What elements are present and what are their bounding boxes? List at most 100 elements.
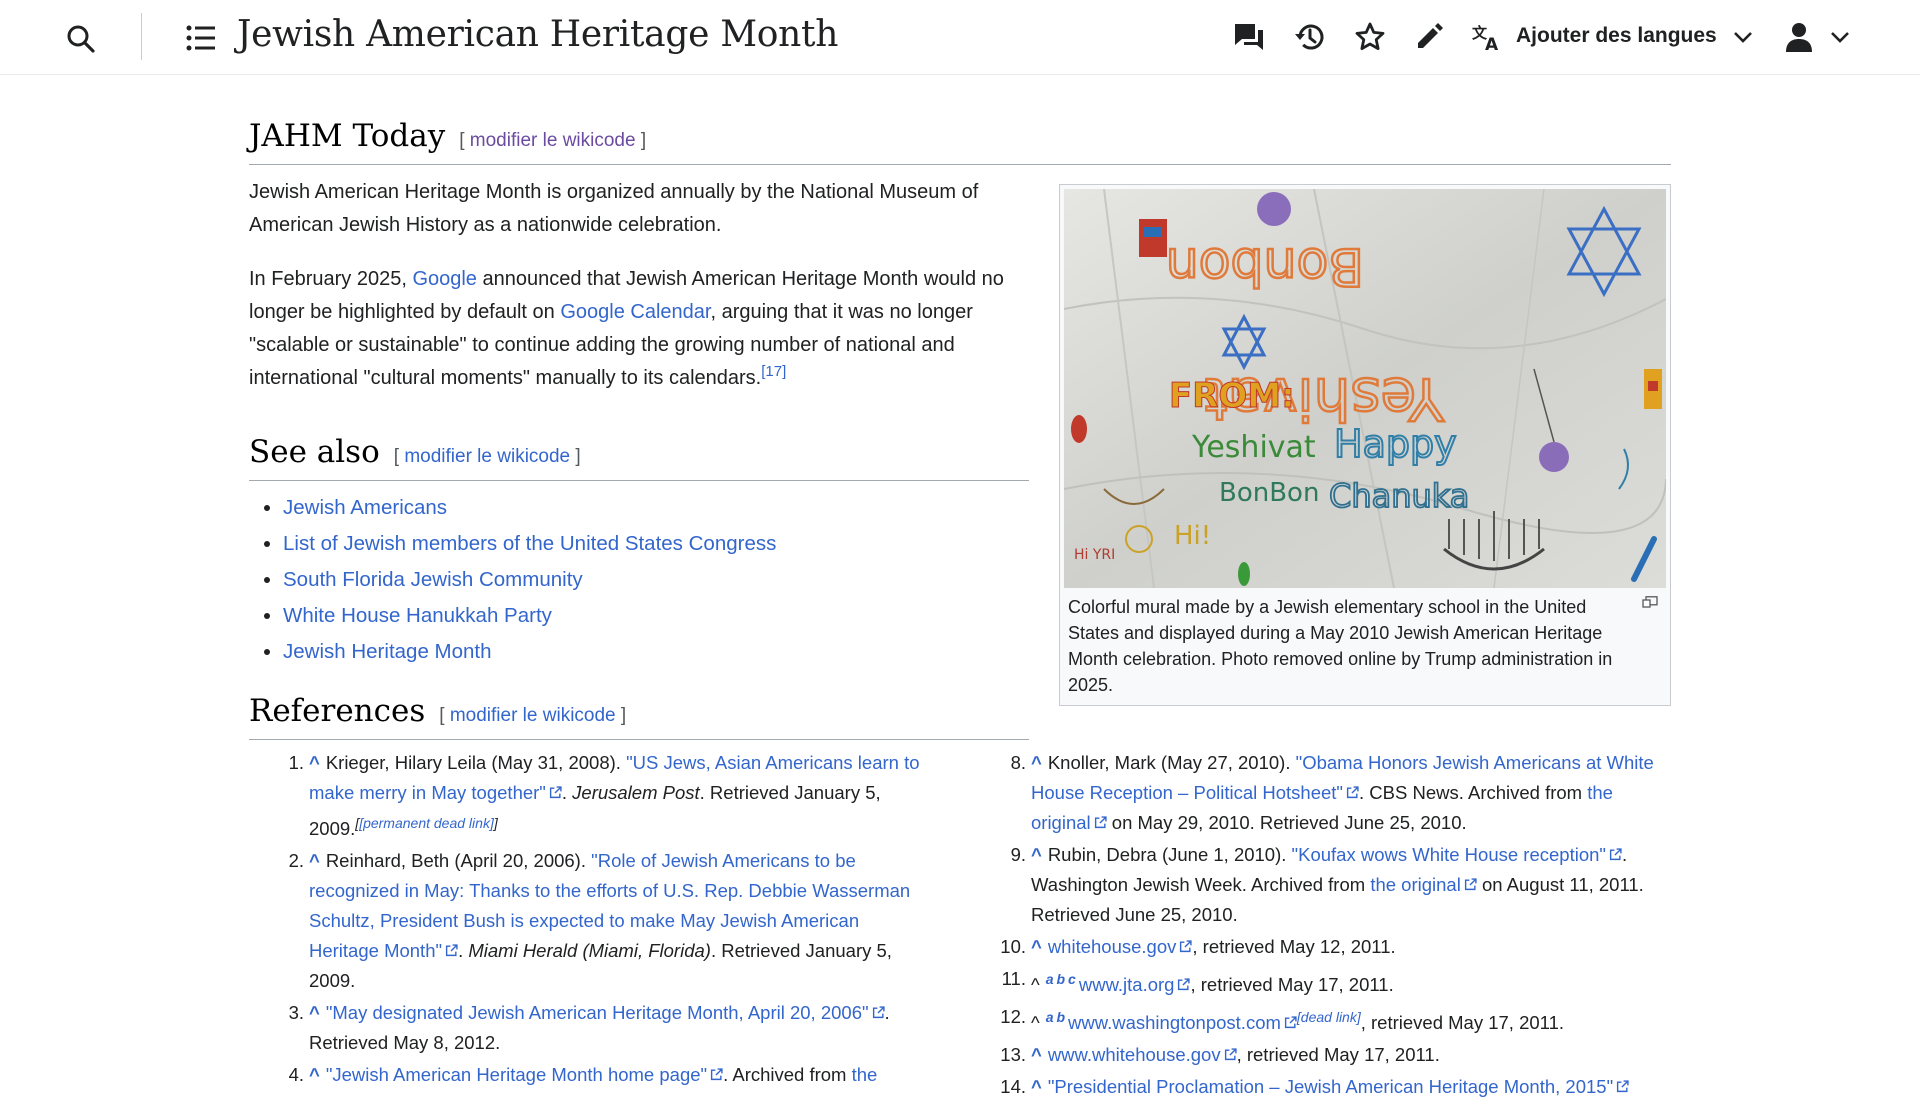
ref-link[interactable]: whitehouse.gov	[1048, 936, 1177, 957]
external-link-icon	[445, 944, 458, 957]
section-divider	[249, 480, 1029, 481]
edit-section-see-also[interactable]: [ modifier le wikicode ]	[394, 446, 581, 467]
ref-backlink[interactable]: b	[1056, 1009, 1065, 1025]
link-google[interactable]: Google	[412, 268, 477, 290]
ref-backlink[interactable]: ^	[309, 1064, 320, 1085]
ref-backlink[interactable]: a	[1046, 971, 1054, 987]
ref-number: 3.	[288, 1002, 304, 1023]
mural-text: FROM:	[1169, 376, 1295, 416]
list-item: 12. ^ a b www.washingtonpost.com [dead link],…	[971, 1002, 1671, 1038]
ref-number: 1.	[288, 752, 304, 773]
list-item: 4. ^ "Jewish American Heritage Month home …	[249, 1060, 929, 1090]
ref-backlink[interactable]: ^	[1031, 1044, 1042, 1065]
figure-thumbnail: Bonbon Yeshivat FROM: Yeshivat Happy Bon…	[1059, 184, 1671, 706]
external-link-icon	[1609, 848, 1622, 861]
ref-backlink[interactable]: ^	[1031, 936, 1042, 957]
see-also-link[interactable]: List of Jewish members of the United Sta…	[283, 532, 776, 555]
section-heading-jahm-today: JAHM Today[ modifier le wikicode ]	[249, 118, 647, 154]
external-link-icon	[711, 1068, 723, 1081]
see-also-link[interactable]: Jewish Heritage Month	[283, 640, 492, 663]
ref-number: 14.	[1000, 1076, 1026, 1097]
mural-text: BonBon	[1219, 478, 1319, 508]
ref-backlink[interactable]: a	[1046, 1009, 1054, 1025]
permanent-dead-link[interactable]: [permanent dead link]	[359, 815, 494, 831]
external-link-icon	[1346, 786, 1359, 799]
mural-text: Happy	[1334, 422, 1457, 466]
toc-icon[interactable]	[183, 20, 219, 56]
external-link-icon	[549, 786, 562, 799]
ref-backlink[interactable]: ^	[309, 850, 320, 871]
dead-link[interactable]: [dead link]	[1297, 1009, 1361, 1025]
external-link-icon	[1284, 1016, 1297, 1029]
archive-link[interactable]: the original	[1370, 874, 1461, 895]
ref-link[interactable]: "Jewish American Heritage Month home pag…	[326, 1064, 707, 1085]
mural-text: Chanuka	[1329, 477, 1469, 515]
paragraph-organized: Jewish American Heritage Month is organi…	[249, 181, 979, 236]
ref-number: 10.	[1000, 936, 1026, 957]
edit-section-jahm-today[interactable]: [ modifier le wikicode ]	[459, 130, 646, 151]
mural-text: Hi!	[1174, 521, 1211, 551]
ref-backlink[interactable]: c	[1068, 971, 1076, 987]
ref-backlink[interactable]: b	[1056, 971, 1065, 987]
list-item: White House Hanukkah Party	[283, 598, 776, 634]
user-icon[interactable]	[1781, 19, 1817, 55]
ref-caret: ^	[1031, 974, 1040, 995]
external-link-icon	[1094, 816, 1107, 829]
header-divider	[141, 13, 142, 60]
ref-link-17[interactable]: [17]	[761, 363, 786, 380]
see-also-link[interactable]: Jewish Americans	[283, 496, 447, 519]
enlarge-icon[interactable]	[1642, 595, 1658, 613]
list-item: 2. ^ Reinhard, Beth (April 20, 2006). "Rol…	[249, 846, 929, 996]
ref-backlink[interactable]: ^	[1031, 1076, 1042, 1097]
ref-backlink[interactable]: ^	[309, 752, 320, 773]
link-google-calendar[interactable]: Google Calendar	[560, 301, 710, 323]
list-item: 10. ^ whitehouse.gov, retrieved May 12, 20…	[971, 932, 1671, 962]
dead-link-tag: [dead link]	[1297, 1009, 1361, 1025]
mural-text: Bonbon	[1166, 236, 1364, 296]
see-also-link[interactable]: White House Hanukkah Party	[283, 604, 552, 627]
list-item: 8. ^ Knoller, Mark (May 27, 2010). "Obama …	[971, 748, 1671, 838]
ref-link[interactable]: www.washingtonpost.com	[1068, 1012, 1281, 1033]
list-item: Jewish Americans	[283, 490, 776, 526]
section-heading-references: References[ modifier le wikicode ]	[249, 693, 627, 729]
archive-link[interactable]: the	[852, 1064, 878, 1085]
dead-link-tag: [[permanent dead link]]	[355, 815, 498, 831]
see-also-list: Jewish Americans List of Jewish members …	[249, 490, 776, 670]
chevron-down-icon[interactable]	[1731, 25, 1755, 49]
search-icon[interactable]	[62, 20, 100, 58]
list-item: 1. ^ Krieger, Hilary Leila (May 31, 2008).…	[249, 748, 929, 844]
ref-link[interactable]: www.whitehouse.gov	[1048, 1044, 1221, 1065]
list-item: 13. ^ www.whitehouse.gov, retrieved May 17…	[971, 1040, 1671, 1070]
ref-link[interactable]: "Koufax wows White House reception"	[1292, 844, 1606, 865]
references-list-right: 8. ^ Knoller, Mark (May 27, 2010). "Obama …	[971, 748, 1671, 1104]
section-divider	[249, 739, 1029, 740]
section-divider	[249, 164, 1671, 165]
ref-backlink[interactable]: ^	[309, 1002, 320, 1023]
list-item: Jewish Heritage Month	[283, 634, 776, 670]
mural-image[interactable]: Bonbon Yeshivat FROM: Yeshivat Happy Bon…	[1064, 189, 1666, 588]
paragraph-google: In February 2025, Google announced that …	[249, 268, 1004, 389]
list-item: 11. ^ a b c www.jta.org, retrieved May 17, 20…	[971, 964, 1671, 1000]
ref-backlink[interactable]: ^	[1031, 844, 1042, 865]
see-also-link[interactable]: South Florida Jewish Community	[283, 568, 583, 591]
chevron-down-icon[interactable]	[1828, 25, 1852, 49]
ref-link[interactable]: "May designated Jewish American Heritage…	[326, 1002, 869, 1023]
ref-link[interactable]: "Presidential Proclamation – Jewish Amer…	[1048, 1076, 1613, 1097]
ref-number: 11.	[1001, 968, 1026, 989]
external-link-icon	[1224, 1048, 1237, 1061]
figure-caption: Colorful mural made by a Jewish elementa…	[1068, 597, 1613, 695]
ref-link[interactable]: www.jta.org	[1079, 974, 1175, 995]
ref-number: 2.	[288, 850, 304, 871]
external-link-icon	[1464, 878, 1477, 891]
ref-backlink[interactable]: ^	[1031, 752, 1042, 773]
edit-section-references[interactable]: [ modifier le wikicode ]	[439, 705, 626, 726]
list-item: List of Jewish members of the United Sta…	[283, 526, 776, 562]
article-content: JAHM Today[ modifier le wikicode ] Jewis…	[249, 0, 1671, 1097]
list-item: 14. ^ "Presidential Proclamation – Jewish …	[971, 1072, 1671, 1102]
mural-text: Yeshivat	[1191, 430, 1316, 465]
external-link-icon	[1178, 978, 1191, 991]
external-link-icon	[1617, 1080, 1629, 1093]
list-item: 9. ^ Rubin, Debra (June 1, 2010). "Koufax …	[971, 840, 1671, 930]
list-item: South Florida Jewish Community	[283, 562, 776, 598]
ref-number: 13.	[1000, 1044, 1026, 1065]
